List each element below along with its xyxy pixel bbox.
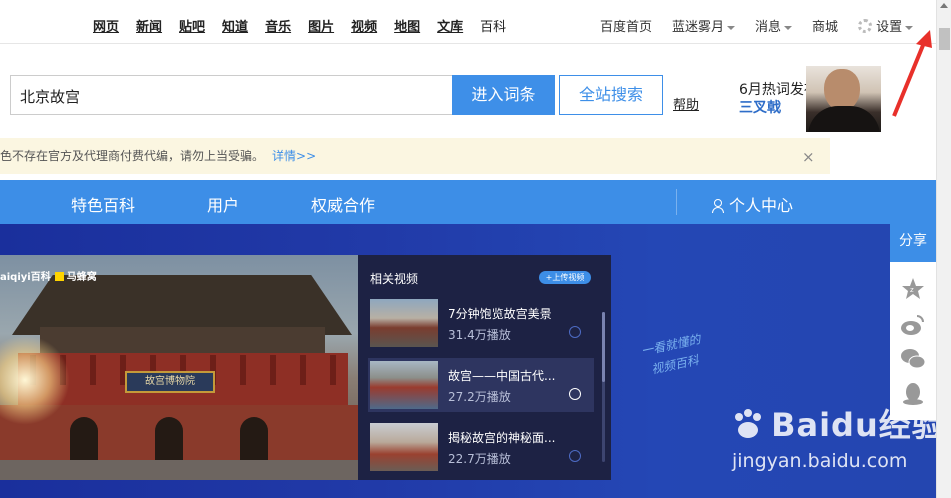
- nav-link-news[interactable]: 新闻: [136, 16, 162, 35]
- video-thumbnail: [370, 423, 438, 471]
- video-player[interactable]: 故宫博物院: [0, 255, 358, 480]
- notice-text: 色不存在官方及代理商付费代编，请勿上当受骗。: [0, 149, 265, 163]
- video-thumbnail: [370, 361, 438, 409]
- nav-authority-cooperation[interactable]: 权威合作: [311, 192, 375, 216]
- page-scrollbar-thumb[interactable]: [939, 28, 950, 50]
- notice-detail-link[interactable]: 详情>>: [272, 149, 316, 163]
- video-title: 7分钟饱览故宫美景: [448, 307, 552, 321]
- related-video-item[interactable]: 揭秘故宫的神秘面... 22.7万播放: [358, 420, 611, 474]
- username: 蓝迷雾月: [672, 20, 725, 35]
- scroll-up-icon[interactable]: [940, 3, 948, 8]
- nav-link-web[interactable]: 网页: [93, 16, 119, 35]
- baidu-jingyan-watermark: Baidu经验 jingyan.baidu.com: [730, 400, 945, 472]
- paw-icon: [735, 409, 761, 438]
- share-label[interactable]: 分享: [890, 220, 936, 262]
- promo-link[interactable]: 三叉戟: [739, 97, 781, 117]
- weibo-icon[interactable]: [900, 312, 926, 338]
- user-icon: [712, 199, 724, 213]
- upload-video-button[interactable]: +上传视频: [539, 271, 591, 284]
- related-videos-header: 相关视频: [370, 272, 419, 286]
- nav-link-video[interactable]: 视频: [351, 16, 377, 35]
- nav-link-tieba[interactable]: 贴吧: [179, 16, 205, 35]
- promo-portrait-image[interactable]: [806, 66, 881, 132]
- partner-label: 马蜂窝: [66, 272, 97, 283]
- related-video-item[interactable]: 7分钟饱览故宫美景 31.4万播放: [358, 296, 611, 350]
- external-link-icon[interactable]: [569, 326, 581, 338]
- personal-center-link[interactable]: 个人中心: [712, 192, 793, 216]
- gate-arch: [240, 417, 268, 463]
- search-input[interactable]: 北京故宫: [10, 75, 452, 115]
- video-plays: 31.4万播放: [448, 328, 511, 342]
- video-thumbnail: [370, 299, 438, 347]
- scrollbar-thumb[interactable]: [602, 312, 605, 382]
- fraud-notice-bar: 色不存在官方及代理商付费代编，请勿上当受骗。 详情>>: [0, 138, 830, 174]
- gate-arch: [155, 417, 183, 463]
- mall-link[interactable]: 商城: [812, 16, 838, 35]
- nav-link-baike[interactable]: 百科: [480, 16, 506, 35]
- messages-label: 消息: [755, 20, 782, 35]
- video-title: 揭秘故宫的神秘面...: [448, 431, 556, 445]
- chevron-down-icon: [727, 25, 736, 30]
- chevron-down-icon: [784, 25, 793, 30]
- nav-link-zhidao[interactable]: 知道: [222, 16, 248, 35]
- external-link-icon[interactable]: [569, 450, 581, 462]
- external-link-icon[interactable]: [569, 388, 581, 400]
- chevron-down-icon: [905, 25, 914, 30]
- gate-roof-lower: [40, 327, 325, 355]
- baidu-home-link[interactable]: 百度首页: [600, 16, 652, 35]
- nav-link-wenku[interactable]: 文库: [437, 16, 463, 35]
- messages-menu[interactable]: 消息: [755, 16, 793, 35]
- video-plays: 22.7万播放: [448, 452, 511, 466]
- mafengwo-icon: [54, 272, 64, 281]
- main-nav: 特色百科 用户 权威合作 个人中心: [0, 180, 936, 224]
- nav-link-music[interactable]: 音乐: [265, 16, 291, 35]
- baike-page: 网页 新闻 贴吧 知道 音乐 图片 视频 地图 文库 百科 百度首页 蓝迷雾月 …: [0, 0, 951, 498]
- video-title: 故宫——中国古代...: [448, 369, 556, 383]
- qzone-icon[interactable]: z: [900, 276, 926, 302]
- share-sidebar: 分享 z: [890, 220, 936, 420]
- gate-roof: [12, 275, 352, 335]
- nav-link-images[interactable]: 图片: [308, 16, 334, 35]
- wechat-icon[interactable]: [900, 346, 926, 372]
- iqiyi-logo: aiqiyi百科: [0, 272, 51, 283]
- portrait-head: [824, 69, 860, 111]
- help-link[interactable]: 帮助: [673, 94, 699, 113]
- player-watermark: aiqiyi百科 马蜂窝: [0, 268, 97, 283]
- nav-users[interactable]: 用户: [207, 192, 239, 216]
- gate-arch: [70, 417, 98, 463]
- ground: [0, 460, 358, 480]
- annotation-arrow-icon: [892, 30, 932, 117]
- enter-entry-button[interactable]: 进入词条: [452, 75, 555, 115]
- nav-featured-baike[interactable]: 特色百科: [71, 192, 135, 216]
- site-search-button[interactable]: 全站搜索: [559, 75, 663, 115]
- page-scrollbar[interactable]: [936, 0, 951, 498]
- museum-plaque: 故宫博物院: [125, 371, 215, 393]
- top-nav: 网页 新闻 贴吧 知道 音乐 图片 视频 地图 文库 百科 百度首页 蓝迷雾月 …: [0, 0, 936, 44]
- user-links: 百度首页 蓝迷雾月 消息 商城 设置: [600, 16, 933, 35]
- svg-text:z: z: [910, 286, 914, 294]
- nav-link-map[interactable]: 地图: [394, 16, 420, 35]
- watermark-url: jingyan.baidu.com: [732, 450, 908, 472]
- gear-icon: [858, 19, 873, 33]
- close-icon[interactable]: ×: [802, 148, 815, 166]
- nav-divider: [676, 189, 677, 215]
- personal-center-label: 个人中心: [729, 196, 794, 215]
- related-videos-panel: 相关视频 +上传视频 7分钟饱览故宫美景 31.4万播放 故宫——中国古代...…: [358, 255, 611, 480]
- related-videos-scrollbar[interactable]: [602, 312, 605, 462]
- portrait-suit: [808, 106, 880, 132]
- related-video-item[interactable]: 故宫——中国古代... 27.2万播放: [368, 358, 594, 412]
- user-menu[interactable]: 蓝迷雾月: [672, 16, 736, 35]
- video-plays: 27.2万播放: [448, 390, 511, 404]
- watermark-brand: Baidu经验: [771, 406, 945, 444]
- product-links: 网页 新闻 贴吧 知道 音乐 图片 视频 地图 文库 百科: [93, 16, 523, 35]
